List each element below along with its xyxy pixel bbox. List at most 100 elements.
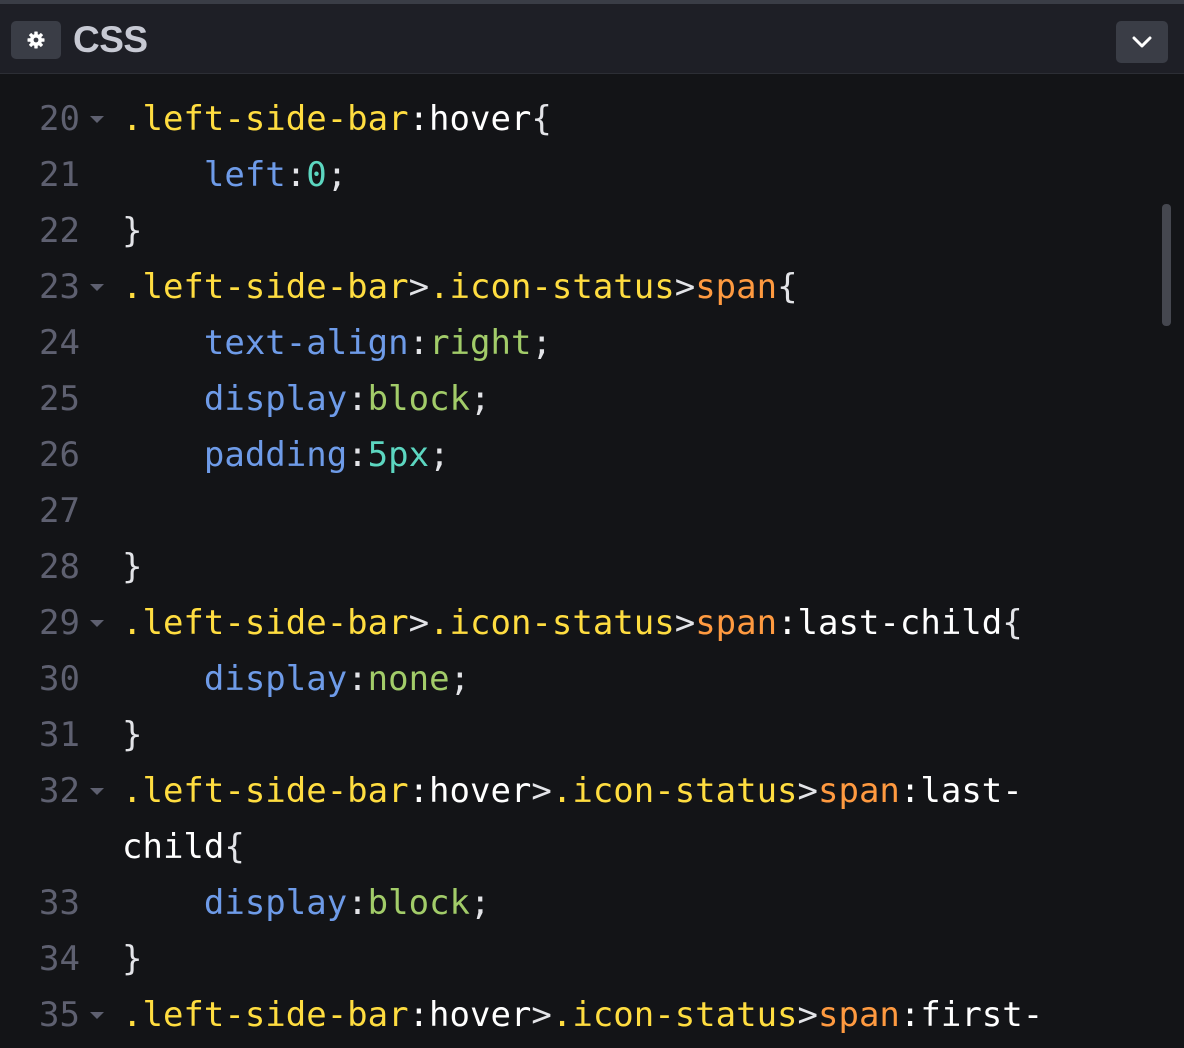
gear-icon xyxy=(27,31,45,49)
line-number: 32 xyxy=(39,771,80,811)
line-number: 30 xyxy=(39,659,80,699)
code-token: .left-side-bar xyxy=(122,995,409,1035)
code-editor[interactable]: 20 .left-side-bar:hover{21 left:0; 22} 23 .l… xyxy=(0,74,1184,1048)
line-number: 26 xyxy=(39,435,80,475)
line-number: 29 xyxy=(39,603,80,643)
code-token: span xyxy=(818,771,900,811)
code-token: ; xyxy=(470,379,491,419)
line-number: 27 xyxy=(39,491,80,531)
line-number: 35 xyxy=(39,995,80,1035)
code-token: display xyxy=(203,659,348,699)
code-line[interactable]: display:none; xyxy=(122,651,470,707)
code-token: padding xyxy=(203,435,348,475)
line-number: 34 xyxy=(39,939,80,979)
code-token: > xyxy=(674,603,696,643)
line-number: 24 xyxy=(39,323,80,363)
code-line[interactable]: .left-side-bar:hover{ xyxy=(122,91,552,147)
settings-button[interactable] xyxy=(11,21,61,59)
line-number: 31 xyxy=(39,715,80,755)
code-token: : xyxy=(408,323,430,363)
fold-caret-icon xyxy=(90,1012,104,1019)
line-number: 20 xyxy=(39,99,80,139)
fold-toggle[interactable] xyxy=(87,763,107,819)
code-line[interactable]: } xyxy=(122,931,142,987)
code-token: ; xyxy=(449,659,471,699)
code-token: } xyxy=(122,939,143,979)
code-line[interactable]: .left-side-bar:hover>.icon-status>span:l… xyxy=(122,763,1023,819)
code-token: :last-child xyxy=(777,603,1003,643)
code-token: .icon-status xyxy=(429,267,675,307)
code-line[interactable]: display:block; xyxy=(122,371,491,427)
code-line[interactable]: .left-side-bar:hover>.icon-status>span:f… xyxy=(122,987,1043,1043)
fold-toggle[interactable] xyxy=(87,259,107,315)
code-token: .icon-status xyxy=(429,603,675,643)
code-token: ; xyxy=(470,883,491,923)
code-token: } xyxy=(122,715,143,755)
panel-title: CSS xyxy=(73,19,148,60)
fold-caret-icon xyxy=(90,116,104,123)
code-line[interactable]: left:0; xyxy=(122,147,347,203)
code-line[interactable]: } xyxy=(122,203,142,259)
code-token: right xyxy=(429,323,532,363)
code-token: : xyxy=(347,659,368,699)
fold-caret-icon xyxy=(90,788,104,795)
fold-toggle[interactable] xyxy=(87,91,107,147)
code-token: > xyxy=(674,267,696,307)
fold-caret-icon xyxy=(90,620,104,627)
code-token: > xyxy=(797,771,819,811)
line-number: 22 xyxy=(39,211,80,251)
chevron-down-icon xyxy=(1132,36,1152,48)
line-number: 33 xyxy=(39,883,80,923)
code-token: :first- xyxy=(899,995,1044,1035)
code-token: :hover xyxy=(408,995,532,1035)
code-token: span xyxy=(695,267,778,307)
code-token: span xyxy=(695,603,778,643)
code-token: child xyxy=(122,827,225,867)
code-line[interactable]: } xyxy=(122,707,142,763)
code-token: ; xyxy=(531,323,552,363)
code-token: > xyxy=(531,995,552,1035)
code-token: { xyxy=(224,827,245,867)
code-token: display xyxy=(203,379,348,419)
code-line[interactable]: padding:5px; xyxy=(122,427,450,483)
code-token: { xyxy=(531,99,552,139)
code-token: none xyxy=(367,659,450,699)
code-token: .icon-status xyxy=(551,771,798,811)
code-line[interactable]: text-align:right; xyxy=(122,315,552,371)
code-token: : xyxy=(285,155,307,195)
code-token: : xyxy=(347,883,368,923)
code-token: ; xyxy=(429,435,450,475)
code-token: .left-side-bar xyxy=(122,603,409,643)
fold-toggle[interactable] xyxy=(87,987,107,1043)
fold-toggle[interactable] xyxy=(87,595,107,651)
line-number: 25 xyxy=(39,379,80,419)
line-number: 23 xyxy=(39,267,80,307)
code-token: ; xyxy=(326,155,348,195)
code-line[interactable]: display:block; xyxy=(122,875,491,931)
code-token: { xyxy=(1002,603,1023,643)
code-token: > xyxy=(531,771,552,811)
code-token: } xyxy=(122,547,143,587)
editor-header: CSS xyxy=(0,4,1184,74)
code-token: .left-side-bar xyxy=(122,771,409,811)
scrollbar-thumb[interactable] xyxy=(1162,204,1171,326)
code-token: display xyxy=(203,883,348,923)
line-number xyxy=(28,819,80,875)
code-token: : xyxy=(347,379,368,419)
code-token: block xyxy=(367,883,471,923)
fold-caret-icon xyxy=(90,284,104,291)
code-line[interactable]: child{ xyxy=(122,819,245,875)
code-line[interactable]: .left-side-bar>.icon-status>span{ xyxy=(122,259,798,315)
code-token: :hover xyxy=(408,99,532,139)
code-line[interactable]: } xyxy=(122,539,142,595)
code-token: .left-side-bar xyxy=(122,267,409,307)
code-token: text-align xyxy=(203,323,409,363)
code-token: : xyxy=(347,435,368,475)
collapse-button[interactable] xyxy=(1116,21,1168,63)
code-line[interactable]: .left-side-bar>.icon-status>span:last-ch… xyxy=(122,595,1023,651)
code-token: > xyxy=(408,603,430,643)
code-token: :last- xyxy=(899,771,1023,811)
